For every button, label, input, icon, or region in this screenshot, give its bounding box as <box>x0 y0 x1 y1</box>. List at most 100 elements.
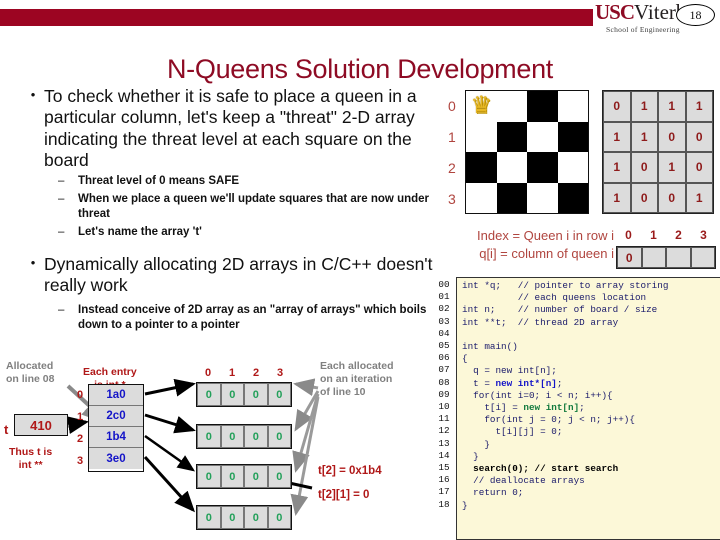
array-column-header: 1 <box>228 367 236 379</box>
array-column-headers: 0 1 2 3 <box>196 367 292 379</box>
allocated-array-row: 0000 <box>196 464 292 489</box>
bullet-marker: • <box>30 87 36 102</box>
chessboard-square <box>466 182 497 213</box>
bullet-text: To check whether it is safe to place a q… <box>44 86 417 171</box>
array-cell: 0 <box>220 425 244 448</box>
pointer-array-indices: 0 1 2 3 <box>74 384 86 472</box>
array-cell: 0 <box>267 465 291 488</box>
code-listing: 00 01 02 03 04 05 06 07 08 09 10 11 12 1… <box>432 277 720 540</box>
label-thus-t: Thus t is int ** <box>9 446 53 472</box>
array-cell: 0 <box>267 506 291 529</box>
array-cell: 0 <box>220 383 244 406</box>
pointer-array: 1a0 2c0 1b4 3e0 <box>88 384 144 472</box>
code-text: int *q; // pointer to array storing // e… <box>456 277 720 540</box>
array-cell: 0 <box>220 465 244 488</box>
chessboard-square <box>496 152 527 183</box>
q-array-cell <box>666 247 691 268</box>
threat-cell: 0 <box>630 182 658 213</box>
array-cell: 0 <box>244 425 268 448</box>
pointer-cell: 1a0 <box>89 385 143 406</box>
threat-cell: 1 <box>630 91 658 122</box>
threat-cell: 1 <box>603 152 631 183</box>
threat-cell: 0 <box>685 121 713 152</box>
q-array-header: 1 <box>650 228 657 242</box>
bullet-text: Let's name the array 't' <box>78 226 202 239</box>
queen-piece-icon: ♛ <box>470 92 493 120</box>
chessboard-square <box>527 182 558 213</box>
q-array-headers: 0 1 2 3 <box>616 228 716 242</box>
bullet-marker: – <box>58 193 65 206</box>
chessboard-square <box>496 91 527 122</box>
bullet-text: When we place a queen we'll update squar… <box>78 193 430 221</box>
chessboard-square <box>496 182 527 213</box>
pointer-cell: 2c0 <box>89 406 143 427</box>
pointer-index: 3 <box>76 455 84 467</box>
threat-cell: 1 <box>603 121 631 152</box>
chessboard-square <box>557 91 588 122</box>
t-value-box: 410 <box>14 414 68 436</box>
array-cell: 0 <box>267 383 291 406</box>
array-column-header: 3 <box>276 367 284 379</box>
array-cell: 0 <box>197 383 221 406</box>
page-title: N-Queens Solution Development <box>166 54 554 84</box>
allocated-array-row: 0000 <box>196 382 292 407</box>
bullet-item: – Threat level of 0 means SAFE <box>58 174 440 189</box>
index-caption: Index = Queen i in row i q[i] = column o… <box>446 227 614 262</box>
threat-cell: 1 <box>658 152 686 183</box>
q-array-cell <box>641 247 666 268</box>
pointer-cell: 3e0 <box>89 448 143 469</box>
board-row-label: 3 <box>448 190 456 207</box>
board-row-labels: 0 1 2 3 <box>448 90 466 214</box>
q-array-header: 0 <box>625 228 632 242</box>
chessboard-square <box>557 152 588 183</box>
bullet-item: – Let's name the array 't' <box>58 225 440 240</box>
array-cell: 0 <box>197 425 221 448</box>
pointer-index: 1 <box>76 411 84 423</box>
threat-cell: 1 <box>658 91 686 122</box>
threat-table: 0111110010101001 <box>602 90 714 214</box>
board-row-label: 0 <box>448 97 456 114</box>
q-array-cell <box>690 247 715 268</box>
bullet-text: Instead conceive of 2D array as an "arra… <box>78 303 427 331</box>
threat-cell: 0 <box>658 182 686 213</box>
pointer-cell: 1b4 <box>89 427 143 448</box>
t-variable-label: t <box>4 422 9 437</box>
index-caption-line1: Index = Queen i in row i <box>477 228 614 243</box>
q-array-cell: 0 <box>617 247 642 268</box>
chessboard-square <box>527 121 558 152</box>
bullet-item: – Instead conceive of 2D array as an "ar… <box>58 303 440 333</box>
pointer-diagram: Allocated on line 08 Each entry is int *… <box>0 358 440 540</box>
threat-cell: 1 <box>603 182 631 213</box>
array-cell: 0 <box>197 465 221 488</box>
allocated-array-row: 0000 <box>196 505 292 530</box>
logo-usc-text: USC <box>595 0 635 24</box>
q-array-header: 2 <box>675 228 682 242</box>
bullet-item: – When we place a queen we'll update squ… <box>58 192 440 222</box>
chessboard-square: ♛ <box>466 91 497 122</box>
label-allocated-line08: Allocated on line 08 <box>6 360 55 386</box>
chessboard-grid: ♛ <box>465 90 589 214</box>
threat-cell: 1 <box>685 182 713 213</box>
threat-cell: 1 <box>630 121 658 152</box>
array-cell: 0 <box>244 465 268 488</box>
board-row-label: 1 <box>448 128 456 145</box>
header-accent-bar <box>0 9 593 26</box>
array-column-header: 2 <box>252 367 260 379</box>
logo-school-text: School of Engineering <box>606 25 680 34</box>
pointer-index: 0 <box>76 389 84 401</box>
bullet-marker: • <box>30 255 36 271</box>
array-cell: 0 <box>244 506 268 529</box>
chessboard-square <box>557 182 588 213</box>
threat-cell: 0 <box>630 152 658 183</box>
array-cell: 0 <box>197 506 221 529</box>
chessboard-figure: 0 1 2 3 ♛ <box>448 90 593 216</box>
bullet-list: • To check whether it is safe to place a… <box>22 86 440 333</box>
bullet-marker: – <box>58 303 65 316</box>
pointer-index: 2 <box>76 433 84 445</box>
bullet-marker: – <box>58 226 65 239</box>
array-cell: 0 <box>220 506 244 529</box>
label-each-allocated: Each allocated on an iteration of line 1… <box>320 360 394 399</box>
threat-cell: 1 <box>685 91 713 122</box>
bullet-marker: – <box>58 175 65 188</box>
threat-cell: 0 <box>685 152 713 183</box>
